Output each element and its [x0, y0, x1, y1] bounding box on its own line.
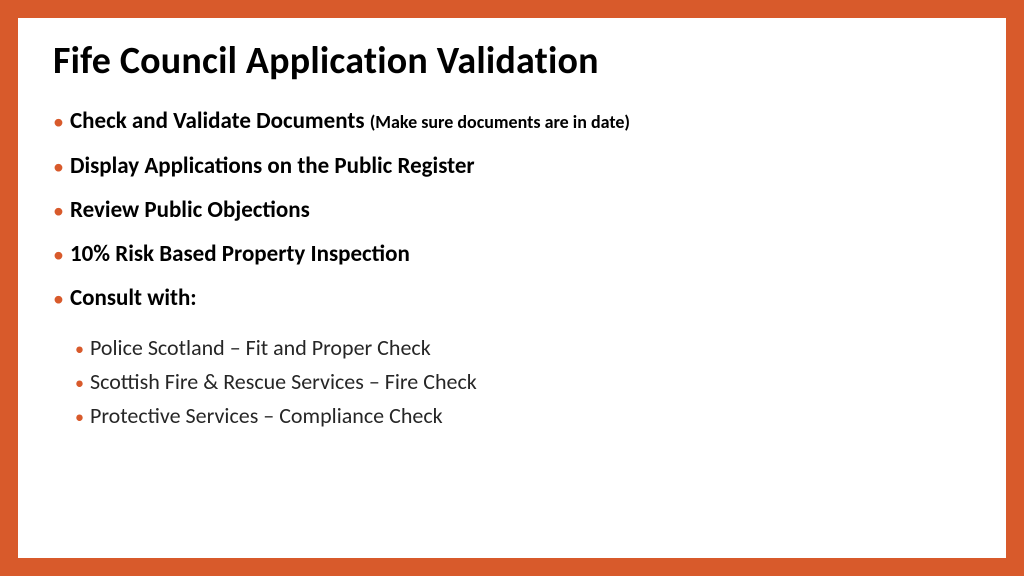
sub-list-item-text: Protective Services – Compliance Check	[90, 401, 443, 431]
list-item-text: 10% Risk Based Property Inspection	[70, 239, 410, 269]
bullet-icon: •	[75, 369, 84, 397]
bullet-icon: •	[75, 335, 84, 363]
page-title: Fife Council Application Validation	[53, 38, 971, 84]
slide-content: Fife Council Application Validation • Ch…	[18, 18, 1006, 558]
bullet-icon: •	[53, 108, 64, 136]
sub-list-item: • Protective Services – Compliance Check	[75, 401, 971, 431]
slide-frame: Fife Council Application Validation • Ch…	[0, 0, 1024, 576]
bullet-icon: •	[53, 153, 64, 181]
list-item: • Display Applications on the Public Reg…	[53, 151, 971, 181]
list-item: • 10% Risk Based Property Inspection	[53, 239, 971, 269]
bullet-icon: •	[53, 285, 64, 313]
list-item-text: Display Applications on the Public Regis…	[70, 151, 475, 181]
bullet-icon: •	[75, 403, 84, 431]
list-item-main: Check and Validate Documents	[70, 107, 370, 135]
list-item-note: (Make sure documents are in date)	[370, 111, 630, 133]
sub-list-item: • Scottish Fire & Rescue Services – Fire…	[75, 367, 971, 397]
sub-list: • Police Scotland – Fit and Proper Check…	[75, 333, 971, 431]
list-item-text: Check and Validate Documents (Make sure …	[70, 106, 630, 137]
sub-list-item-text: Police Scotland – Fit and Proper Check	[90, 333, 431, 363]
list-item-text: Review Public Objections	[70, 195, 310, 225]
list-item: • Consult with:	[53, 283, 971, 313]
main-list: • Check and Validate Documents (Make sur…	[53, 106, 971, 313]
sub-list-item: • Police Scotland – Fit and Proper Check	[75, 333, 971, 363]
list-item: • Check and Validate Documents (Make sur…	[53, 106, 971, 137]
list-item: • Review Public Objections	[53, 195, 971, 225]
bullet-icon: •	[53, 241, 64, 269]
list-item-text: Consult with:	[70, 283, 197, 313]
sub-list-item-text: Scottish Fire & Rescue Services – Fire C…	[90, 367, 477, 397]
bullet-icon: •	[53, 197, 64, 225]
